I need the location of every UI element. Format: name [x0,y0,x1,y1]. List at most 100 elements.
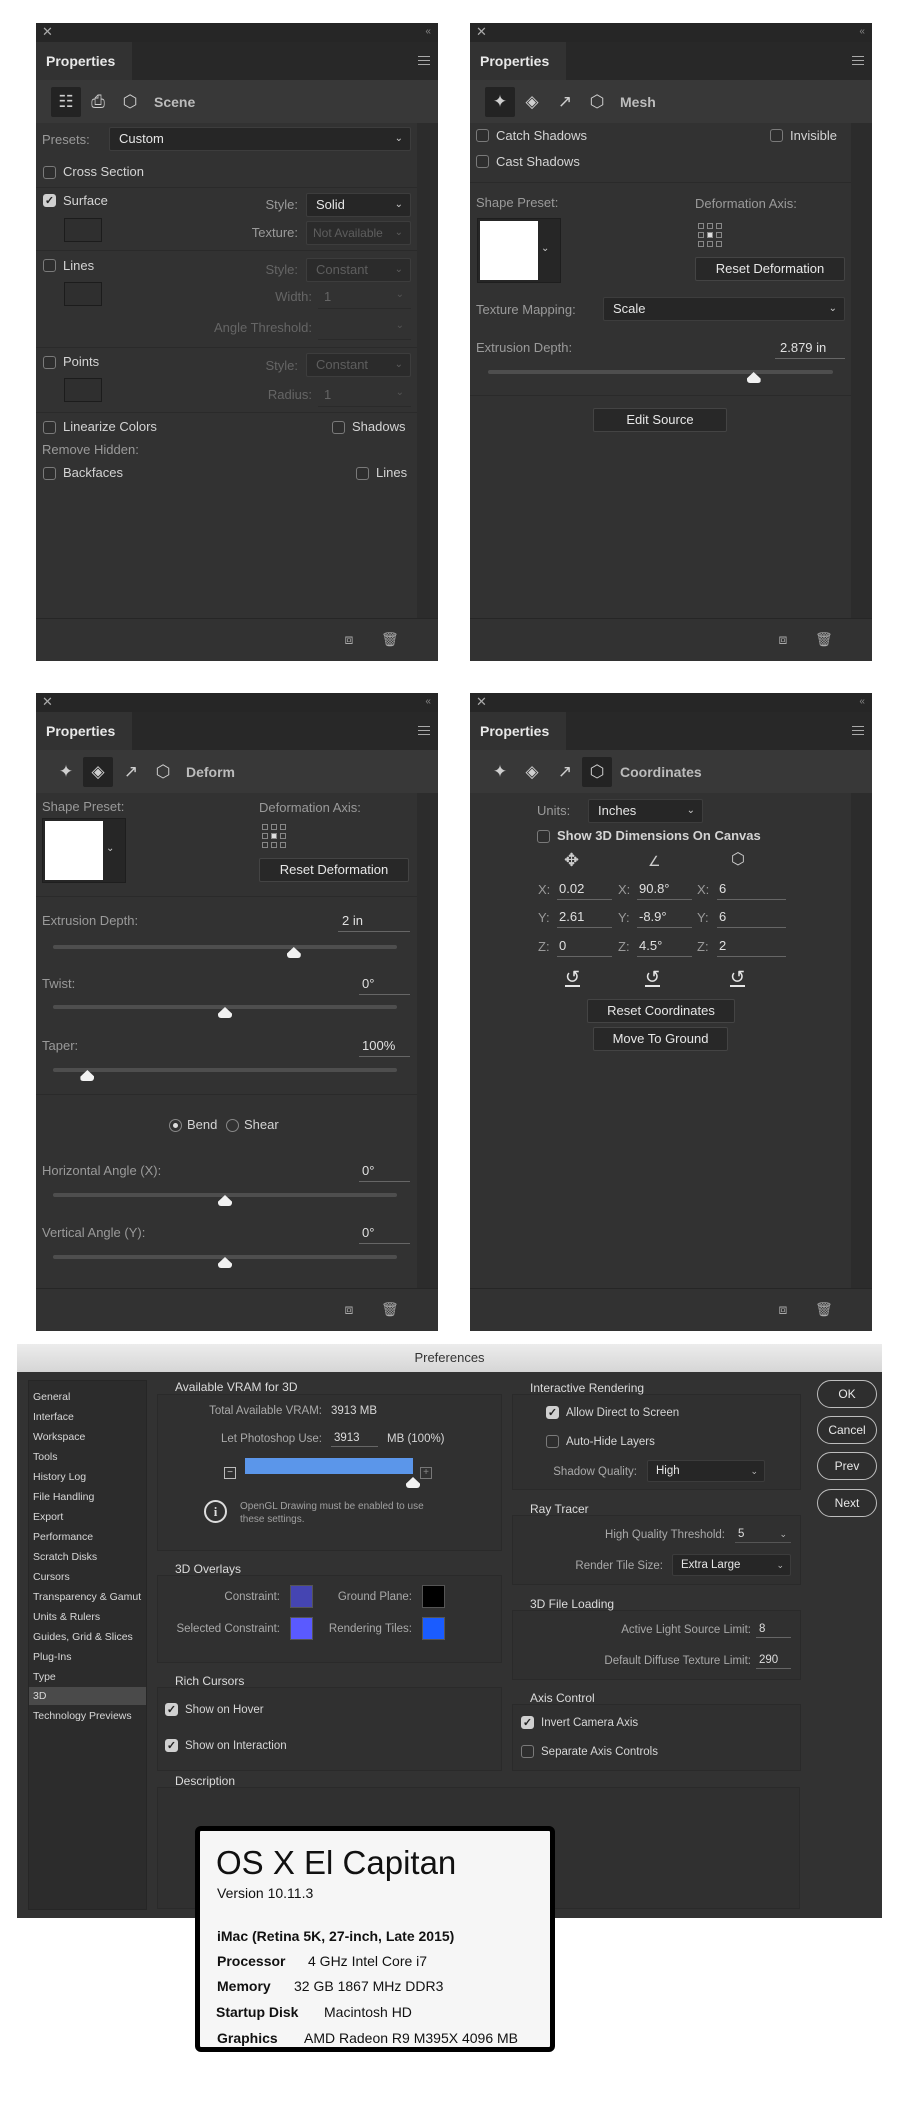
slider-thumb[interactable] [218,1195,232,1206]
mesh-icon[interactable]: ✦ [51,757,81,787]
show-3d-dimensions-checkbox[interactable] [537,830,550,843]
deformation-axis-grid-icon[interactable] [698,223,722,247]
selected-constraint-color-swatch[interactable] [290,1617,313,1640]
pos-x-field[interactable]: 0.02 [557,880,612,900]
texture-limit-field[interactable]: 290 [756,1653,791,1669]
sidebar-item-interface[interactable]: Interface [29,1408,146,1426]
scrollbar[interactable] [417,793,438,1288]
invisible-checkbox[interactable] [770,129,783,142]
points-style-select[interactable]: Constant ⌄ [306,353,411,377]
scale-y-field[interactable]: 6 [717,908,786,928]
sidebar-item-workspace[interactable]: Workspace [29,1428,146,1446]
photoshop-use-field[interactable]: 3913 [331,1431,378,1447]
render-icon[interactable]: ⧈ [775,1301,791,1317]
lines-width-select[interactable]: 1 ⌄ [318,285,411,309]
sidebar-item-transparency[interactable]: Transparency & Gamut [29,1588,146,1606]
reset-deformation-button[interactable]: Reset Deformation [695,257,845,281]
slider-thumb[interactable] [80,1070,95,1081]
lines-color-swatch[interactable] [64,282,102,306]
hidden-lines-checkbox[interactable] [356,467,369,480]
reset-position-icon[interactable]: ↺ [565,968,581,987]
sidebar-item-units[interactable]: Units & Rulers [29,1608,146,1626]
allow-direct-checkbox[interactable]: ✓ [546,1406,559,1419]
deform-icon[interactable]: ◈ [83,757,113,787]
tab-properties[interactable]: Properties [36,712,132,750]
rot-x-field[interactable]: 90.8° [637,880,692,900]
coordinates-icon[interactable]: ⬡ [582,757,612,787]
linearize-colors-checkbox[interactable] [43,421,56,434]
scrollbar[interactable] [851,123,872,618]
slider-thumb[interactable] [746,372,761,383]
horizontal-angle-slider[interactable] [53,1193,397,1206]
render-icon[interactable]: ⧈ [341,1301,357,1317]
catch-shadows-checkbox[interactable] [476,129,489,142]
scale-x-field[interactable]: 6 [717,880,786,900]
extrusion-depth-field[interactable]: 2 in [338,912,410,932]
close-icon[interactable]: ✕ [42,24,53,40]
hq-threshold-select[interactable]: 5 ⌄ [735,1527,791,1543]
trash-icon[interactable]: 🗑 [815,1301,833,1317]
scene-icon[interactable]: ☷ [51,87,81,117]
reset-deformation-button[interactable]: Reset Deformation [259,858,409,882]
sidebar-item-cursors[interactable]: Cursors [29,1568,146,1586]
shadows-checkbox[interactable] [332,421,345,434]
reset-scale-icon[interactable]: ↺ [730,968,746,987]
collapse-icon[interactable]: ‹‹ [425,24,431,40]
scrollbar[interactable] [851,793,872,1288]
mesh-icon[interactable]: ✦ [485,87,515,117]
points-color-swatch[interactable] [64,378,102,402]
horizontal-angle-field[interactable]: 0° [359,1162,410,1182]
constraint-color-swatch[interactable] [290,1585,313,1608]
vertical-angle-slider[interactable] [53,1255,397,1268]
points-checkbox[interactable] [43,356,56,369]
coordinates-icon[interactable]: ⬡ [148,757,178,787]
lines-checkbox[interactable] [43,259,56,272]
deform-icon[interactable]: ◈ [517,757,547,787]
panel-menu-icon[interactable] [852,726,864,735]
show-on-interaction-checkbox[interactable]: ✓ [165,1739,178,1752]
light-limit-field[interactable]: 8 [756,1622,791,1638]
trash-icon[interactable]: 🗑 [381,631,399,647]
texture-mapping-select[interactable]: Scale ⌄ [603,297,845,321]
surface-checkbox[interactable]: ✓ [43,194,56,207]
texture-select[interactable]: Not Available ⌄ [306,221,411,245]
rendering-tiles-color-swatch[interactable] [422,1617,445,1640]
bend-radio[interactable] [169,1119,182,1132]
cross-section-checkbox[interactable] [43,166,56,179]
rot-z-field[interactable]: 4.5° [637,937,692,957]
extrusion-depth-field[interactable]: 2.879 in [775,339,845,359]
shape-preset-picker[interactable]: ⌄ [477,218,561,283]
cap-icon[interactable]: ↗ [116,757,146,787]
sidebar-item-3d[interactable]: 3D [29,1687,146,1705]
shear-radio[interactable] [226,1119,239,1132]
panel-menu-icon[interactable] [852,56,864,65]
collapse-icon[interactable]: ‹‹ [859,694,865,710]
camera-cube-icon[interactable]: ⬡ [115,87,145,117]
sidebar-item-technology-previews[interactable]: Technology Previews [29,1707,146,1725]
presets-select[interactable]: Custom ⌄ [109,127,411,151]
close-icon[interactable]: ✕ [42,694,53,710]
collapse-icon[interactable]: ‹‹ [425,694,431,710]
deformation-axis-grid-icon[interactable] [262,824,286,848]
slider-thumb[interactable] [218,1007,232,1018]
vertical-angle-field[interactable]: 0° [359,1224,410,1244]
units-select[interactable]: Inches ⌄ [588,799,703,823]
trash-icon[interactable]: 🗑 [381,1301,399,1317]
backfaces-checkbox[interactable] [43,467,56,480]
taper-slider[interactable] [53,1068,397,1081]
panel-menu-icon[interactable] [418,726,430,735]
render-icon[interactable]: ⧈ [341,631,357,647]
render-tile-size-select[interactable]: Extra Large ⌄ [672,1554,791,1576]
sidebar-item-file-handling[interactable]: File Handling [29,1488,146,1506]
panel-menu-icon[interactable] [418,56,430,65]
trash-icon[interactable]: 🗑 [815,631,833,647]
sidebar-item-plugins[interactable]: Plug-Ins [29,1648,146,1666]
invert-camera-axis-checkbox[interactable]: ✓ [521,1716,534,1729]
slider-thumb[interactable] [218,1257,232,1268]
plus-icon[interactable]: + [420,1467,432,1479]
reset-coordinates-button[interactable]: Reset Coordinates [587,999,735,1023]
taper-field[interactable]: 100% [359,1037,410,1057]
shape-preset-picker[interactable]: ⌄ [42,818,126,883]
extrusion-depth-slider[interactable] [488,370,833,383]
sidebar-item-tools[interactable]: Tools [29,1448,146,1466]
